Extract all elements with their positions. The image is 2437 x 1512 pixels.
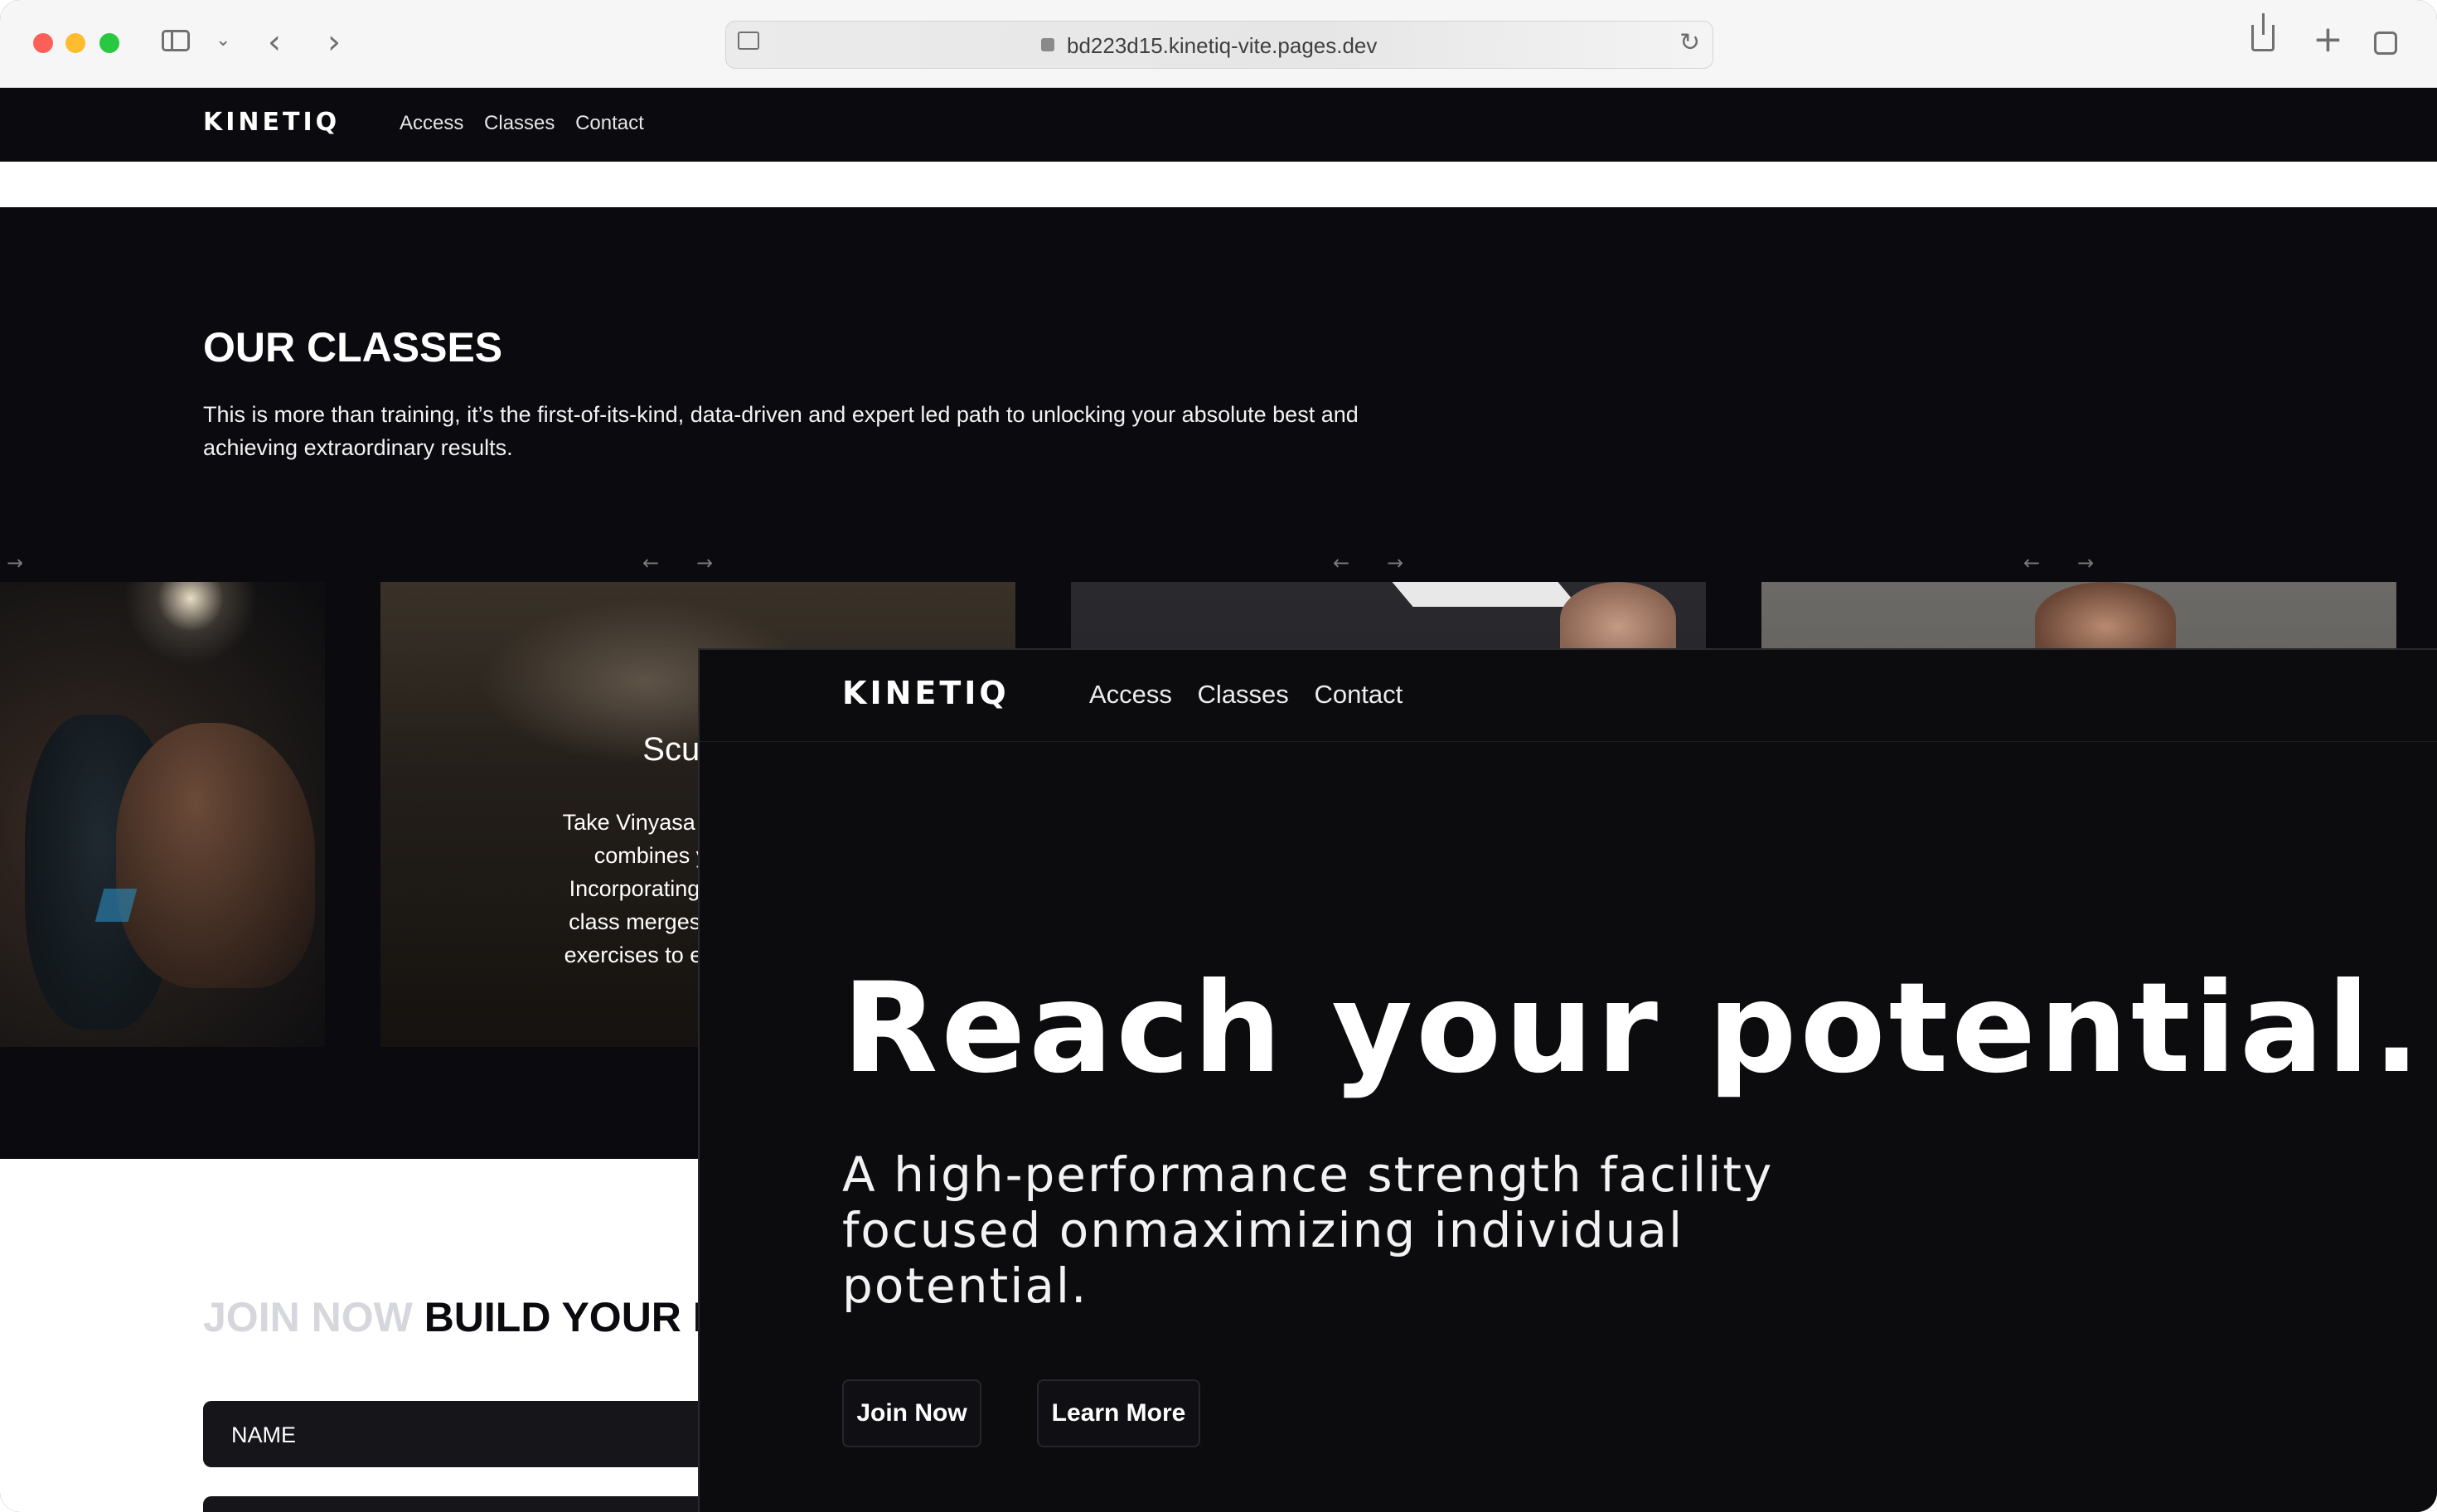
- carousel-prev-icon[interactable]: ←: [642, 551, 659, 574]
- nav-link-access[interactable]: Access: [400, 112, 463, 134]
- new-tab-icon[interactable]: +: [2313, 18, 2343, 61]
- forward-arrow-icon[interactable]: ›: [327, 23, 341, 61]
- athlete-shoulder: [116, 723, 315, 988]
- white-divider: [0, 162, 2437, 207]
- carousel-prev-icon[interactable]: ←: [1333, 551, 1349, 574]
- share-icon[interactable]: [2251, 13, 2275, 51]
- class-card-image[interactable]: [0, 582, 325, 1047]
- close-window-button[interactable]: [33, 33, 53, 53]
- address-bar[interactable]: bd223d15.kinetiq-vite.pages.dev ↻: [725, 21, 1713, 69]
- carousel-next-icon[interactable]: →: [7, 551, 23, 574]
- lock-icon: [1041, 38, 1054, 51]
- join-heading-muted: JOIN NOW: [203, 1294, 413, 1340]
- reload-icon[interactable]: ↻: [1679, 28, 1700, 57]
- chevron-down-icon[interactable]: ⌄: [216, 30, 230, 51]
- join-now-button[interactable]: Join Now: [842, 1379, 981, 1447]
- carousel-prev-icon[interactable]: ←: [2023, 551, 2040, 574]
- join-heading-strong: BUILD YOUR E: [424, 1294, 721, 1340]
- name-field-placeholder: NAME: [231, 1422, 297, 1447]
- nav-link-classes[interactable]: Classes: [484, 112, 555, 134]
- carousel-next-icon[interactable]: →: [2077, 551, 2094, 574]
- maximize-window-button[interactable]: [99, 33, 119, 53]
- page-menu-icon[interactable]: [738, 32, 759, 50]
- site-nav-front: KINETIQ Access Classes Contact: [700, 650, 2437, 742]
- learn-more-button[interactable]: Learn More: [1037, 1379, 1200, 1447]
- tabs-overview-icon[interactable]: [2374, 32, 2397, 55]
- nav-link-classes[interactable]: Classes: [1198, 680, 1289, 709]
- hero-subtitle: A high-performance strength facility foc…: [842, 1147, 1837, 1314]
- site-nav-back: KINETIQ Access Classes Contact: [0, 88, 2437, 162]
- person-photo: [2035, 582, 2176, 657]
- browser-window: ⌄ ‹ › bd223d15.kinetiq-vite.pages.dev ↻ …: [0, 0, 2437, 1512]
- minimize-window-button[interactable]: [65, 33, 85, 53]
- carousel-next-icon[interactable]: →: [1387, 551, 1403, 574]
- browser-toolbar: ⌄ ‹ › bd223d15.kinetiq-vite.pages.dev ↻ …: [0, 0, 2437, 88]
- hero-subtitle-line: A high-performance strength facility: [842, 1146, 1774, 1203]
- classes-description: This is more than training, it’s the fir…: [203, 402, 1359, 460]
- nav-link-contact[interactable]: Contact: [1314, 680, 1403, 709]
- hero-subtitle-line: potential.: [842, 1258, 1088, 1314]
- join-heading: JOIN NOW BUILD YOUR E: [203, 1293, 720, 1341]
- sidebar-toggle-icon[interactable]: [162, 30, 190, 51]
- hero-subtitle-line: focused onmaximizing individual: [842, 1202, 1684, 1258]
- nav-link-contact[interactable]: Contact: [575, 112, 644, 134]
- ceiling-light: [1392, 582, 1579, 607]
- classes-heading: OUR CLASSES: [203, 324, 503, 371]
- hero-window-overlay: KINETIQ Access Classes Contact Reach you…: [698, 648, 2437, 1512]
- url-text: bd223d15.kinetiq-vite.pages.dev: [1067, 33, 1378, 58]
- site-logo[interactable]: KINETIQ: [842, 675, 1010, 711]
- back-arrow-icon[interactable]: ‹: [268, 23, 281, 61]
- site-logo[interactable]: KINETIQ: [203, 108, 340, 137]
- nav-links: Access Classes Contact: [400, 112, 659, 135]
- nav-links: Access Classes Contact: [1089, 680, 1421, 710]
- carousel-next-icon[interactable]: →: [696, 551, 713, 574]
- hero-title: Reach your potential.: [842, 957, 2424, 1101]
- person-photo: [1560, 582, 1676, 657]
- nav-link-access[interactable]: Access: [1089, 680, 1172, 709]
